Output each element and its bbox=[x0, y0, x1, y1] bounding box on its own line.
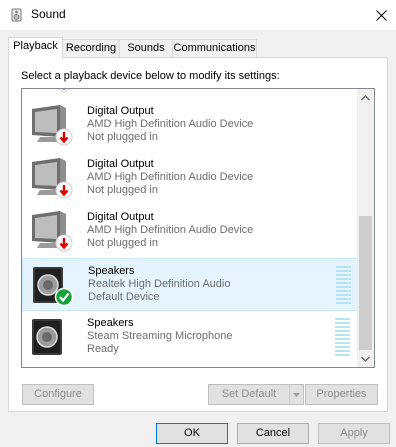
window-title: Sound bbox=[31, 7, 66, 21]
tab-recording[interactable]: Recording bbox=[62, 39, 120, 58]
device-status: Not plugged in bbox=[87, 237, 158, 249]
ok-button[interactable]: OK bbox=[156, 423, 228, 444]
monitor-icon bbox=[30, 89, 78, 93]
list-item-digital-output-3[interactable]: Digital Output AMD High Definition Audio… bbox=[22, 205, 359, 258]
close-icon bbox=[375, 9, 387, 21]
title-bar: Sound bbox=[0, 0, 396, 30]
speaker-window-icon bbox=[9, 7, 25, 23]
monitor-icon bbox=[30, 158, 78, 200]
device-description: AMD High Definition Audio Device bbox=[87, 118, 254, 130]
device-status: Ready bbox=[87, 343, 119, 355]
cancel-button[interactable]: Cancel bbox=[237, 423, 309, 444]
chevron-up-icon bbox=[361, 94, 370, 100]
instruction-text: Select a playback device below to modify… bbox=[21, 70, 280, 82]
monitor-icon bbox=[30, 211, 78, 253]
configure-button[interactable]: Configure bbox=[22, 384, 94, 405]
volume-meter bbox=[335, 318, 350, 358]
apply-button[interactable]: Apply bbox=[318, 423, 390, 444]
set-default-button[interactable]: Set Default bbox=[208, 384, 290, 405]
tab-label: Recording bbox=[65, 42, 117, 54]
device-list[interactable]: Digital Output AMD High Definition Audio… bbox=[21, 88, 375, 368]
device-description: Steam Streaming Microphone bbox=[87, 330, 233, 342]
speaker-icon bbox=[31, 265, 79, 307]
tab-playback[interactable]: Playback bbox=[8, 37, 63, 59]
list-item-speakers-steam[interactable]: Speakers Steam Streaming Microphone Read… bbox=[22, 311, 359, 364]
list-item-digital-output-1[interactable]: Digital Output AMD High Definition Audio… bbox=[22, 99, 359, 152]
device-description: AMD High Definition Audio Device bbox=[87, 224, 254, 236]
scroll-thumb[interactable] bbox=[359, 216, 372, 350]
volume-meter bbox=[336, 266, 351, 306]
device-status: Default Device bbox=[88, 291, 160, 303]
set-default-dropdown[interactable] bbox=[289, 384, 304, 405]
device-name: Digital Output bbox=[87, 158, 154, 170]
playback-panel: Select a playback device below to modify… bbox=[8, 57, 388, 412]
speaker-icon bbox=[30, 317, 78, 359]
device-status: Not plugged in bbox=[87, 131, 158, 143]
device-description: AMD High Definition Audio Device bbox=[87, 171, 254, 183]
tab-sounds[interactable]: Sounds bbox=[119, 39, 173, 58]
device-status: Not plugged in bbox=[87, 184, 158, 196]
list-item[interactable] bbox=[22, 89, 359, 98]
chevron-down-icon bbox=[361, 356, 370, 362]
tab-communications[interactable]: Communications bbox=[172, 39, 257, 58]
tab-label: Playback bbox=[13, 40, 58, 52]
device-name: Digital Output bbox=[87, 105, 154, 117]
list-scrollbar[interactable] bbox=[357, 89, 374, 367]
scroll-down-button[interactable] bbox=[357, 350, 374, 367]
monitor-icon bbox=[30, 105, 78, 147]
chevron-down-icon bbox=[293, 392, 300, 397]
device-name: Digital Output bbox=[87, 211, 154, 223]
tab-label: Sounds bbox=[127, 42, 165, 54]
scroll-up-button[interactable] bbox=[357, 89, 374, 106]
tab-label: Communications bbox=[173, 42, 256, 54]
device-name: Speakers bbox=[88, 265, 135, 277]
close-button[interactable] bbox=[366, 0, 396, 30]
list-item-speakers-realtek[interactable]: Speakers Realtek High Definition Audio D… bbox=[22, 258, 359, 311]
list-item-digital-output-2[interactable]: Digital Output AMD High Definition Audio… bbox=[22, 152, 359, 205]
device-name: Speakers bbox=[87, 317, 134, 329]
device-description: Realtek High Definition Audio bbox=[88, 278, 231, 290]
properties-button[interactable]: Properties bbox=[305, 384, 378, 405]
